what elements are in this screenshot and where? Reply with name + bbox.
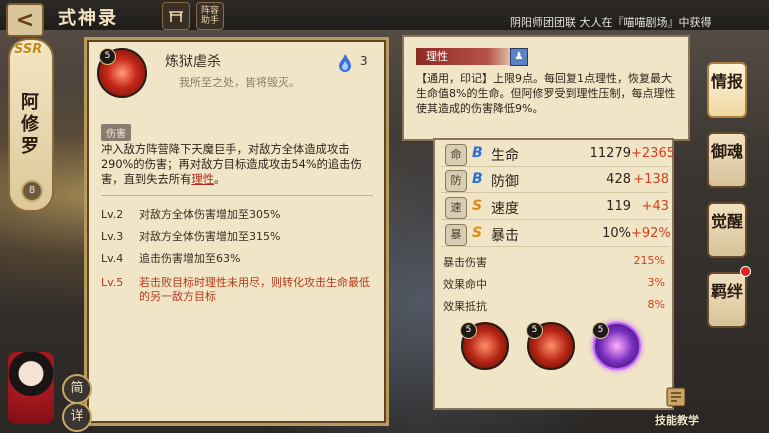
- skill-slot-level: 5: [592, 322, 609, 339]
- health-icon: 命: [445, 144, 467, 166]
- stat-bonus: +138: [633, 172, 669, 187]
- person-icon: ♟: [510, 48, 528, 66]
- detail-view-button[interactable]: 详: [62, 402, 92, 432]
- shrine-icon-glyph: [169, 11, 183, 22]
- sub-stat-value: 215%: [633, 254, 665, 267]
- shikigami-name: 阿修罗: [21, 92, 39, 157]
- keyword-tooltip: 理性 ♟ 【通用，印记】上限9点。每回复1点理性，恢复最大生命值8%的生命。但阿…: [402, 35, 690, 141]
- defense-icon: 防: [445, 170, 467, 192]
- skill-description: 冲入敌方阵营降下天魔巨手，对敌方全体造成攻击290%的伤害；再对敌方目标造成攻击…: [101, 142, 371, 187]
- stat-bonus: +2365: [631, 146, 675, 161]
- stat-row: 暴 S 暴击 10% +92%: [441, 222, 671, 247]
- skill-cost: 3: [360, 54, 368, 68]
- level-label: Lv.2: [101, 208, 124, 221]
- character-avatar[interactable]: [8, 352, 54, 424]
- page-title: 式神录: [58, 8, 118, 29]
- tab-info[interactable]: 情报: [707, 62, 747, 118]
- sub-stat-name: 暴击伤害: [443, 256, 487, 269]
- tooltip-title: 理性: [416, 48, 518, 65]
- stat-name: 速度: [491, 201, 519, 217]
- lock-icon[interactable]: 8: [21, 180, 43, 202]
- level-text: 若击败目标时理性未用尽，则转化攻击生命最低的另一敌方目标: [139, 276, 370, 303]
- sub-stat-value: 8%: [647, 298, 665, 311]
- skill-quote: 我所至之处，皆将毁灭。: [179, 76, 300, 89]
- sub-stat-row: 效果命中 3%: [443, 276, 665, 292]
- tab-bond[interactable]: 羁绊: [707, 272, 747, 328]
- stat-row: 防 B 防御 428 +138: [441, 168, 669, 193]
- level-label: Lv.4: [101, 252, 124, 265]
- skill-slot-level: 5: [526, 322, 543, 339]
- skill-name: 炼狱虐杀: [165, 54, 221, 70]
- stat-grade: S: [472, 198, 483, 214]
- sub-stat-row: 暴击伤害 215%: [443, 254, 665, 270]
- stat-value: 428: [606, 172, 631, 187]
- skill-type-tag: 伤害: [101, 124, 131, 141]
- sub-stat-name: 效果抵抗: [443, 300, 487, 313]
- sub-stat-value: 3%: [647, 276, 665, 289]
- level-row: Lv.3 对敌方全体伤害增加至315%: [101, 230, 381, 243]
- stat-name: 暴击: [491, 228, 519, 244]
- skill-teaching-button[interactable]: 技能教学: [655, 412, 699, 428]
- stat-value: 10%: [602, 226, 631, 241]
- speed-icon: 速: [445, 197, 467, 219]
- divider: [101, 195, 373, 196]
- stat-row: 命 B 生命 11279 +2365: [441, 142, 675, 167]
- skill-slot-level: 5: [460, 322, 477, 339]
- simple-view-button[interactable]: 简: [62, 374, 92, 404]
- stat-value: 119: [606, 199, 631, 214]
- sub-stat-row: 效果抵抗 8%: [443, 298, 665, 314]
- level-label: Lv.5: [101, 276, 124, 289]
- desc-text-1: 冲入敌方阵营降下天魔巨手，对敌方全体造成攻击290%的伤害；再对敌方目标造成攻击…: [101, 143, 362, 186]
- top-bar: < 式神录 阵容助手 阴阳师团团联 大人在『喵喵剧场』中获得: [0, 0, 769, 37]
- rarity-badge: SSR: [14, 42, 43, 57]
- desc-text-2: 。: [214, 173, 226, 186]
- stat-grade: B: [472, 171, 483, 187]
- level-row: Lv.4 追击伤害增加至63%: [101, 252, 381, 265]
- tooltip-text: 【通用，印记】上限9点。每回复1点理性，恢复最大生命值8%的生命。但阿修罗受到理…: [416, 72, 676, 115]
- book-icon[interactable]: [664, 385, 688, 409]
- crit-icon: 暴: [445, 224, 467, 246]
- sub-stat-name: 效果命中: [443, 278, 487, 291]
- level-row: Lv.5 若击败目标时理性未用尽，则转化攻击生命最低的另一敌方目标: [101, 276, 381, 303]
- back-button[interactable]: <: [6, 3, 44, 37]
- stat-bonus: +43: [641, 199, 669, 214]
- stat-row: 速 S 速度 119 +43: [441, 195, 669, 220]
- level-text: 追击伤害增加至63%: [139, 252, 241, 265]
- stat-name: 防御: [491, 174, 519, 190]
- level-text: 对敌方全体伤害增加至305%: [139, 208, 281, 221]
- team-helper-button[interactable]: 阵容助手: [196, 2, 224, 30]
- ghost-fire-icon: [339, 54, 351, 72]
- stat-name: 生命: [491, 148, 519, 164]
- tab-soul[interactable]: 御魂: [707, 132, 747, 188]
- stat-grade: B: [472, 145, 483, 161]
- level-text: 对敌方全体伤害增加至315%: [139, 230, 281, 243]
- skill-detail-card: 5 炼狱虐杀 我所至之处，皆将毁灭。 3 伤害 冲入敌方阵营降下天魔巨手，对敌方…: [84, 37, 389, 426]
- keyword-rationality-link[interactable]: 理性: [191, 173, 214, 186]
- level-row: Lv.2 对敌方全体伤害增加至305%: [101, 208, 381, 221]
- notification-dot: [740, 266, 751, 277]
- stat-bonus: +92%: [631, 226, 671, 241]
- level-label: Lv.3: [101, 230, 124, 243]
- stat-grade: S: [472, 225, 483, 241]
- stat-value: 11279: [589, 146, 631, 161]
- broadcast-ticker: 阴阳师团团联 大人在『喵喵剧场』中获得: [510, 16, 712, 29]
- shrine-icon[interactable]: [162, 2, 190, 30]
- tab-awaken[interactable]: 觉醒: [707, 202, 747, 258]
- skill-level-badge: 5: [99, 48, 116, 65]
